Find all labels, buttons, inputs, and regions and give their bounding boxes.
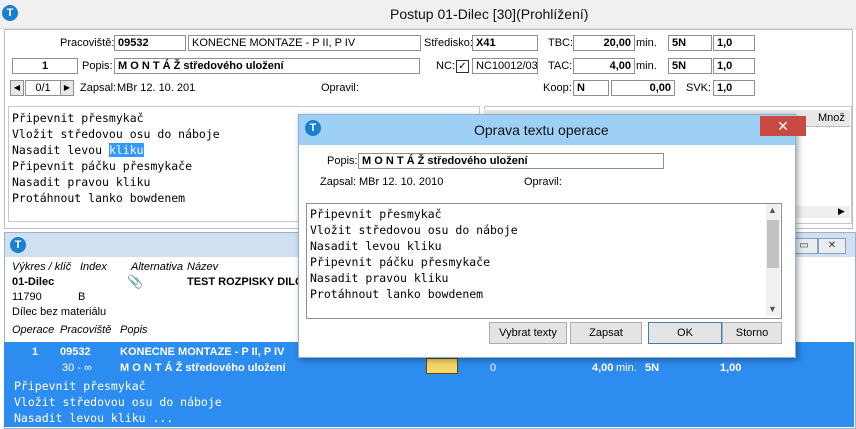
row-text-line: Vložit středovou osu do náboje [14, 395, 222, 409]
bez-materialu: Dílec bez materiálu [12, 306, 107, 318]
dialog-title: Oprava textu operace [474, 122, 609, 138]
record-counter: 0/1 [25, 80, 61, 96]
selected-text[interactable]: kliku [108, 143, 144, 157]
zapsal-label: Zapsal: [80, 82, 117, 94]
text-line: Vložit středovou osu do náboje [12, 127, 220, 141]
dialog-zapsal-value: MBr 12. 10. 2010 [359, 176, 444, 188]
nazev-value: TEST ROZPISKY DILCE [187, 276, 311, 288]
close-icon[interactable]: ✕ [818, 238, 846, 254]
window-title: Postup 01-Dilec [30](Prohlížení) [390, 6, 589, 22]
row-text-line: Nasadit levou kliku ... [14, 411, 174, 425]
row-seq: 1 [32, 346, 39, 358]
dialog-zapsal-label: Zapsal: [320, 176, 357, 188]
text-line: Protáhnout lanko bowdenem [12, 191, 186, 205]
text-line: Nasadit pravou kliku [12, 175, 151, 189]
pracoviste-name-field[interactable]: KONECNE MONTAZE - P II, P IV [188, 35, 421, 51]
dilec-value: 01-Dilec [12, 276, 55, 288]
app-logo-icon: T [2, 5, 18, 21]
tbc-coef-field[interactable]: 1,0 [713, 35, 755, 51]
dialog-text-line: Připevnit páčku přesmykače [310, 255, 491, 269]
row-zero: 0 [490, 362, 497, 374]
dialog-text-line: Nasadit pravou kliku [310, 271, 449, 285]
row-text-line: Připevnit přesmykač [14, 379, 146, 393]
nc-label: NC: [436, 60, 455, 72]
dialog-text-line: Vložit středovou osu do náboje [310, 223, 518, 237]
popis-header: Popis [120, 324, 148, 336]
mnoz-column-header[interactable]: Množ [818, 112, 845, 124]
tbc-label: TBC: [548, 37, 574, 49]
dialog-opravil-label: Opravil: [524, 176, 562, 188]
dialog-text-line: Protáhnout lanko bowdenem [310, 287, 484, 301]
row-unit: min. [616, 362, 637, 374]
svk-label: SVK: [686, 82, 712, 94]
koop-field[interactable]: N [573, 80, 609, 96]
pracoviste-code-field[interactable]: 09532 [114, 35, 186, 51]
text-line-with-selection: Nasadit levou kliku [12, 142, 144, 158]
storno-button[interactable]: Storno [722, 322, 782, 344]
prev-record-icon[interactable]: ◀ [10, 80, 24, 96]
stredisko-field[interactable]: X41 [472, 35, 538, 51]
tac-coef-field[interactable]: 1,0 [713, 58, 755, 74]
dialog-scroll-thumb[interactable] [767, 220, 779, 268]
koop-amount-field[interactable]: 0,00 [611, 80, 675, 96]
popis-label: Popis: [82, 60, 113, 72]
dialog-close-icon[interactable]: ✕ [760, 116, 806, 136]
nazev-header: Název [187, 261, 219, 273]
dialog-popis-label: Popis: [327, 155, 358, 167]
attachment-icon[interactable]: 📎 [127, 274, 143, 290]
tac-code-field[interactable]: 5N [668, 58, 712, 74]
scroll-right-icon[interactable]: ▶ [838, 206, 845, 217]
popis-field[interactable]: M O N T Á Ž středového uložení [114, 58, 420, 74]
sequence-field[interactable]: 1 [12, 58, 78, 74]
row-code: 09532 [60, 346, 91, 358]
scroll-down-icon[interactable]: ▼ [768, 304, 777, 314]
row-code2: 5N [645, 362, 660, 374]
zapsal-value: MBr 12. 10. 201 [117, 82, 196, 94]
vykres-header: Výkres / klíč [12, 261, 72, 273]
next-record-icon[interactable]: ▶ [60, 80, 74, 96]
index-value: B [78, 291, 86, 303]
row-range: 30 - ∞ [62, 362, 92, 374]
text-line: Nasadit levou [12, 143, 109, 157]
row-desc: M O N T Á Ž středového uložení [120, 362, 286, 374]
nc-checkbox[interactable]: ✓ [456, 60, 469, 73]
koop-label: Koop: [543, 82, 572, 94]
ok-button[interactable]: OK [648, 322, 722, 344]
dialog-logo-icon: T [305, 120, 321, 136]
tbc-field[interactable]: 20,00 [573, 35, 635, 51]
row-time: 4,00 [592, 362, 614, 374]
child-app-logo-icon: T [10, 237, 26, 253]
pracoviste-label: Pracoviště: [60, 37, 115, 49]
operace-header: Operace [12, 324, 55, 336]
tbc-code-field[interactable]: 5N [668, 35, 712, 51]
svk-field[interactable]: 1,0 [713, 80, 755, 96]
zapsat-button[interactable]: Zapsat [570, 322, 642, 344]
dialog-text-line: Nasadit levou kliku [310, 239, 442, 253]
tac-field[interactable]: 4,00 [573, 58, 635, 74]
dialog-popis-field[interactable]: M O N T Á Ž středového uložení [358, 153, 664, 169]
index-header: Index [80, 261, 107, 273]
id-value: 11790 [12, 291, 42, 303]
row-coef: 1,00 [720, 362, 742, 374]
text-line: Připevnit páčku přesmykače [12, 159, 193, 173]
vybrat-texty-button[interactable]: Vybrat texty [489, 322, 567, 344]
dialog-text-line: Připevnit přesmykač [310, 207, 442, 221]
pracoviste-header: Pracoviště [60, 324, 112, 336]
scroll-up-icon[interactable]: ▲ [768, 205, 777, 215]
operation-type-icon[interactable] [426, 358, 458, 374]
opravil-label: Opravil: [321, 82, 359, 94]
text-line: Připevnit přesmykač [12, 111, 144, 125]
nc-field[interactable]: NC10012/03 [472, 58, 538, 74]
tbc-unit: min. [636, 37, 657, 49]
tac-unit: min. [636, 60, 657, 72]
alternativa-header: Alternativa [131, 261, 183, 273]
row-name: KONECNE MONTAZE - P II, P IV [120, 346, 285, 358]
tac-label: TAC: [548, 60, 573, 72]
stredisko-label: Středisko: [424, 37, 473, 49]
